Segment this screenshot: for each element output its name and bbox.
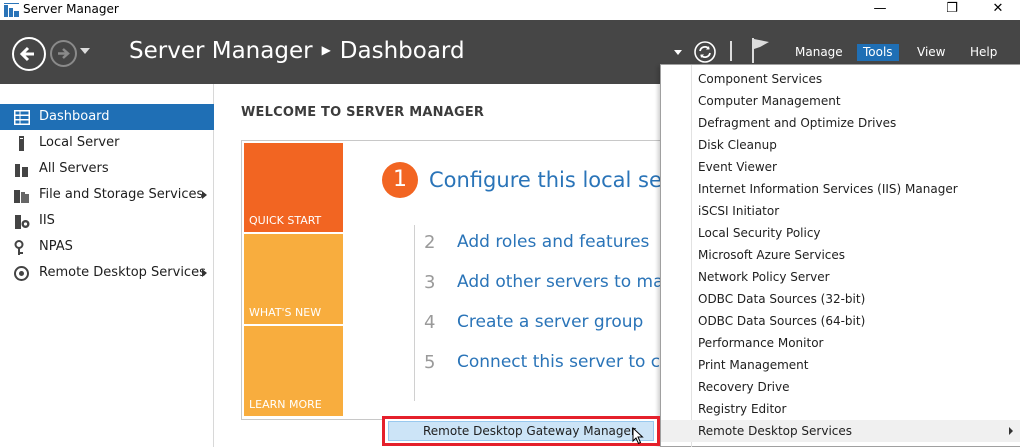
sidebar-item-all-servers[interactable]: All Servers	[0, 156, 214, 182]
tools-item-print-management[interactable]: Print Management	[661, 354, 1020, 376]
chevron-right-icon	[202, 191, 207, 199]
npas-icon	[14, 240, 24, 255]
server-icon	[19, 136, 24, 151]
steps-divider	[414, 225, 415, 401]
menu-tools[interactable]: Tools	[857, 44, 899, 61]
step-1-badge: 1	[382, 162, 418, 198]
maximize-button[interactable]: ❐	[932, 0, 972, 20]
tools-item-event-viewer[interactable]: Event Viewer	[661, 156, 1020, 178]
tools-item-local-security-policy[interactable]: Local Security Policy	[661, 222, 1020, 244]
breadcrumb-separator-icon: ▶	[321, 43, 331, 57]
tools-item-iis-manager[interactable]: Internet Information Services (IIS) Mana…	[661, 178, 1020, 200]
learn-more-label: LEARN MORE	[249, 398, 322, 411]
sidebar-item-label: Local Server	[39, 135, 120, 150]
sidebar-item-npas[interactable]: NPAS	[0, 234, 214, 260]
title-bar: Server Manager — ❐ ✕	[0, 0, 1020, 20]
breadcrumb-app[interactable]: Server Manager	[129, 38, 313, 64]
tools-item-disk-cleanup[interactable]: Disk Cleanup	[661, 134, 1020, 156]
tools-item-odbc-64[interactable]: ODBC Data Sources (64-bit)	[661, 310, 1020, 332]
notifications-flag-icon[interactable]	[750, 37, 770, 63]
step-create-group-link[interactable]: Create a server group	[457, 312, 643, 332]
tools-item-registry-editor[interactable]: Registry Editor	[661, 398, 1020, 420]
whats-new-tab[interactable]: WHAT'S NEW	[244, 234, 343, 324]
submenu-item-rd-gateway-manager[interactable]: Remote Desktop Gateway Manager	[388, 421, 654, 441]
close-button[interactable]: ✕	[978, 0, 1018, 20]
storage-icon	[14, 190, 29, 203]
submenu-arrow-icon	[1009, 427, 1013, 435]
submenu-item-label: Remote Desktop Gateway Manager	[423, 424, 636, 438]
quick-start-label: QUICK START	[249, 214, 322, 227]
step-configure-local-server-link[interactable]: Configure this local ser	[429, 168, 671, 192]
breadcrumb: Server Manager ▶ Dashboard	[129, 38, 465, 64]
iis-icon	[15, 215, 30, 229]
tools-item-computer-management[interactable]: Computer Management	[661, 90, 1020, 112]
refresh-dropdown-icon[interactable]	[674, 50, 682, 55]
rds-icon	[14, 266, 29, 281]
step-4-number: 4	[424, 312, 436, 333]
breadcrumb-page: Dashboard	[339, 38, 465, 64]
tools-item-recovery-drive[interactable]: Recovery Drive	[661, 376, 1020, 398]
menu-manage[interactable]: Manage	[789, 44, 849, 61]
tools-item-azure-services[interactable]: Microsoft Azure Services	[661, 244, 1020, 266]
mouse-cursor-icon	[632, 427, 644, 445]
tools-item-remote-desktop-services[interactable]: Remote Desktop Services	[661, 420, 1020, 442]
learn-more-tab[interactable]: LEARN MORE	[244, 326, 343, 416]
header-divider	[730, 41, 732, 61]
sidebar-item-label: Remote Desktop Services	[39, 265, 206, 280]
tools-item-defragment[interactable]: Defragment and Optimize Drives	[661, 112, 1020, 134]
tools-item-odbc-32[interactable]: ODBC Data Sources (32-bit)	[661, 288, 1020, 310]
sidebar-item-label: File and Storage Services	[39, 187, 204, 202]
remote-desktop-submenu: Remote Desktop Gateway Manager	[382, 416, 660, 446]
servers-icon	[15, 164, 28, 177]
tools-item-network-policy-server[interactable]: Network Policy Server	[661, 266, 1020, 288]
step-5-number: 5	[424, 352, 436, 373]
window-title: Server Manager	[23, 2, 119, 16]
arrow-right-icon	[58, 48, 70, 59]
chevron-right-icon	[202, 269, 207, 277]
sidebar-item-local-server[interactable]: Local Server	[0, 130, 214, 156]
back-button[interactable]	[12, 37, 46, 71]
tools-item-performance-monitor[interactable]: Performance Monitor	[661, 332, 1020, 354]
step-3-number: 3	[424, 272, 436, 293]
sidebar-item-remote-desktop[interactable]: Remote Desktop Services	[0, 260, 214, 286]
sidebar-item-label: Dashboard	[39, 109, 110, 124]
sidebar-item-iis[interactable]: IIS	[0, 208, 214, 234]
sidebar: Dashboard Local Server All Servers File …	[0, 84, 214, 447]
arrow-left-icon	[19, 46, 34, 62]
sidebar-item-label: IIS	[39, 213, 55, 228]
minimize-button[interactable]: —	[860, 0, 900, 20]
tools-item-iscsi-initiator[interactable]: iSCSI Initiator	[661, 200, 1020, 222]
menu-help[interactable]: Help	[964, 44, 1003, 61]
step-add-servers-link[interactable]: Add other servers to mana	[457, 272, 685, 292]
step-connect-cloud-link[interactable]: Connect this server to clou	[457, 352, 686, 372]
dashboard-icon	[14, 110, 30, 125]
sidebar-item-label: All Servers	[39, 161, 109, 176]
tools-dropdown-menu: Component Services Computer Management D…	[660, 64, 1020, 447]
menu-view[interactable]: View	[911, 44, 951, 61]
quick-start-tab[interactable]: QUICK START	[244, 143, 343, 232]
refresh-icon[interactable]	[694, 41, 716, 63]
sidebar-item-label: NPAS	[39, 239, 73, 254]
forward-button[interactable]	[50, 40, 77, 67]
tools-item-component-services[interactable]: Component Services	[661, 68, 1020, 90]
step-add-roles-link[interactable]: Add roles and features	[457, 232, 649, 252]
welcome-heading: WELCOME TO SERVER MANAGER	[241, 105, 485, 120]
sidebar-item-file-storage[interactable]: File and Storage Services	[0, 182, 214, 208]
whats-new-label: WHAT'S NEW	[249, 306, 322, 319]
server-manager-app-icon	[4, 3, 19, 17]
step-2-number: 2	[424, 232, 436, 253]
history-dropdown-icon[interactable]	[80, 48, 90, 54]
sidebar-item-dashboard[interactable]: Dashboard	[0, 104, 214, 130]
